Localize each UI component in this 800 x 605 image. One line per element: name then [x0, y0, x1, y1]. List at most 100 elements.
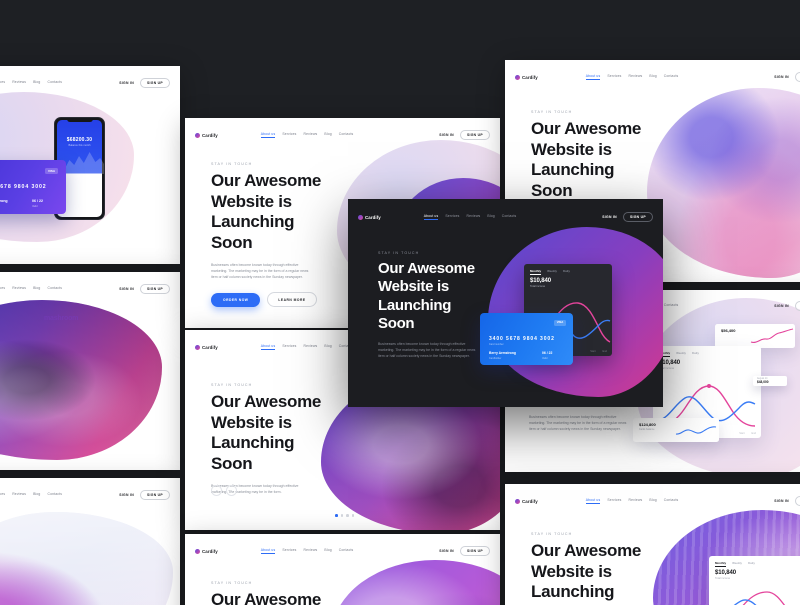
- nav-link-services[interactable]: Services: [282, 132, 296, 138]
- nav-link-services[interactable]: Services: [445, 214, 459, 220]
- nav-link-blog[interactable]: Blog: [324, 548, 331, 554]
- nav-link-services[interactable]: Services: [607, 74, 621, 80]
- sign-up-button[interactable]: SIGN UP: [139, 283, 170, 295]
- sign-in-button[interactable]: SIGN IN: [774, 304, 789, 308]
- tab-daily[interactable]: Daily: [748, 561, 755, 567]
- nav-link-reviews[interactable]: Reviews: [12, 286, 26, 292]
- nav-link-reviews[interactable]: Reviews: [304, 132, 318, 138]
- headline-line-3: Launching: [531, 582, 615, 602]
- nav-link-services[interactable]: Services: [282, 548, 296, 554]
- nav-link-contacts[interactable]: Contacts: [47, 492, 62, 498]
- sign-up-button[interactable]: SIGN UP: [139, 77, 170, 89]
- nav-link-reviews[interactable]: Reviews: [304, 548, 318, 554]
- sign-up-button[interactable]: SIGN UP: [459, 129, 490, 141]
- tab-weekly[interactable]: Weekly: [676, 351, 686, 357]
- logo[interactable]: Cardify: [195, 132, 218, 138]
- nav-link-about[interactable]: About us: [260, 344, 276, 350]
- axis-start: Start: [590, 350, 596, 353]
- carousel-dot-3[interactable]: [346, 514, 349, 517]
- nav-link-reviews[interactable]: Reviews: [629, 498, 643, 504]
- carousel-prev-button[interactable]: ‹: [211, 485, 222, 496]
- nav-link-blog[interactable]: Blog: [33, 492, 40, 498]
- carousel-next-button[interactable]: ›: [226, 485, 237, 496]
- sign-in-button[interactable]: SIGN IN: [439, 549, 454, 553]
- nav-link-services[interactable]: Services: [0, 80, 5, 86]
- sign-up-button[interactable]: SIGN UP: [139, 489, 170, 501]
- sign-up-button[interactable]: SIGN UP: [794, 300, 800, 312]
- carousel-dot-2[interactable]: [340, 514, 344, 517]
- nav-link-blog[interactable]: Blog: [649, 498, 656, 504]
- nav-link-blog[interactable]: Blog: [487, 214, 494, 220]
- carousel-dot-4[interactable]: [351, 514, 355, 517]
- panel-top-left[interactable]: Cardify About us Services Reviews Blog C…: [0, 66, 180, 264]
- logo[interactable]: Cardify: [515, 74, 538, 80]
- sign-up-button[interactable]: SIGN UP: [794, 71, 800, 83]
- sign-in-button[interactable]: SIGN IN: [602, 215, 617, 219]
- sign-in-button[interactable]: SIGN IN: [119, 81, 134, 85]
- sign-in-button[interactable]: SIGN IN: [774, 75, 789, 79]
- logo[interactable]: Cardify: [358, 214, 381, 220]
- tab-monthly[interactable]: Monthly: [715, 561, 727, 567]
- nav-link-services[interactable]: Services: [0, 286, 5, 292]
- nav-link-contacts[interactable]: Contacts: [664, 303, 679, 309]
- nav-link-contacts[interactable]: Contacts: [339, 132, 354, 138]
- nav-link-contacts[interactable]: Contacts: [47, 80, 62, 86]
- nav-link-services[interactable]: Services: [0, 492, 5, 498]
- nav-link-about[interactable]: About us: [260, 132, 276, 138]
- panel-nav: Cardify About us Services Reviews Blog C…: [505, 490, 800, 512]
- headline-line-1: Our Awesome: [211, 590, 322, 605]
- tab-weekly[interactable]: Weekly: [732, 561, 742, 567]
- order-now-button[interactable]: ORDER NOW: [211, 292, 261, 307]
- panel-bottom-right[interactable]: Cardify About us Services Reviews Blog C…: [505, 484, 800, 605]
- nav-link-contacts[interactable]: Contacts: [47, 286, 62, 292]
- carousel-dot-1[interactable]: [335, 514, 338, 517]
- logo[interactable]: Cardify: [515, 498, 538, 504]
- tab-daily[interactable]: Daily: [563, 269, 570, 275]
- nav-link-reviews[interactable]: Reviews: [12, 80, 26, 86]
- nav-link-contacts[interactable]: Contacts: [664, 498, 679, 504]
- learn-more-button[interactable]: LEARN MORE: [267, 292, 317, 308]
- panel-bottom-left[interactable]: Cardify About us Services Reviews Blog C…: [0, 478, 180, 605]
- tab-weekly[interactable]: Weekly: [547, 269, 557, 275]
- nav-link-about[interactable]: About us: [260, 548, 276, 554]
- nav-link-contacts[interactable]: Contacts: [339, 548, 354, 554]
- nav-link-blog[interactable]: Blog: [33, 80, 40, 86]
- nav-link-contacts[interactable]: Contacts: [664, 74, 679, 80]
- nav-link-about[interactable]: About us: [423, 214, 439, 220]
- nav-link-blog[interactable]: Blog: [324, 344, 331, 350]
- nav-link-blog[interactable]: Blog: [33, 286, 40, 292]
- nav-link-blog[interactable]: Blog: [649, 74, 656, 80]
- headline-line-4: Soon: [211, 233, 253, 253]
- nav-link-contacts[interactable]: Contacts: [502, 214, 517, 220]
- tab-monthly[interactable]: Monthly: [530, 269, 542, 275]
- panel-bottom-center[interactable]: Cardify About us Services Reviews Blog C…: [185, 534, 500, 605]
- nav-link-services[interactable]: Services: [607, 498, 621, 504]
- nav-link-services[interactable]: Services: [282, 344, 296, 350]
- nav-link-about[interactable]: About us: [585, 74, 601, 80]
- card-expiry-label: Valid: [32, 205, 38, 208]
- sign-in-button[interactable]: SIGN IN: [774, 499, 789, 503]
- logo[interactable]: Cardify: [195, 548, 218, 554]
- nav-link-about[interactable]: About us: [585, 498, 601, 504]
- sign-up-button[interactable]: SIGN UP: [794, 495, 800, 507]
- sign-in-button[interactable]: SIGN IN: [119, 287, 134, 291]
- sign-in-button[interactable]: SIGN IN: [119, 493, 134, 497]
- hero-eyebrow: STAY IN TOUCH: [378, 251, 420, 255]
- nav-link-reviews[interactable]: Reviews: [304, 344, 318, 350]
- sign-up-button[interactable]: SIGN UP: [622, 211, 653, 223]
- tab-daily[interactable]: Daily: [692, 351, 699, 357]
- sign-in-button[interactable]: SIGN IN: [439, 133, 454, 137]
- nav-link-reviews[interactable]: Reviews: [467, 214, 481, 220]
- logo[interactable]: Cardify: [195, 344, 218, 350]
- nav-link-reviews[interactable]: Reviews: [629, 74, 643, 80]
- nav-link-blog[interactable]: Blog: [324, 132, 331, 138]
- photo-desk-window: [0, 512, 173, 605]
- total-income-label: Total income: [659, 367, 675, 370]
- panel-mid-left[interactable]: mashroom Cardify About us Services Revie…: [0, 272, 180, 470]
- card-network-badge: VISA: [45, 168, 58, 174]
- nav-link-reviews[interactable]: Reviews: [12, 492, 26, 498]
- sign-up-button[interactable]: SIGN UP: [459, 545, 490, 557]
- headline-line-3: Launching: [531, 160, 615, 180]
- income-dashboard-card[interactable]: Monthly Weekly Daily $10,840 Total incom…: [709, 556, 800, 605]
- panel-featured-dark-hero[interactable]: Cardify About us Services Reviews Blog C…: [348, 199, 663, 407]
